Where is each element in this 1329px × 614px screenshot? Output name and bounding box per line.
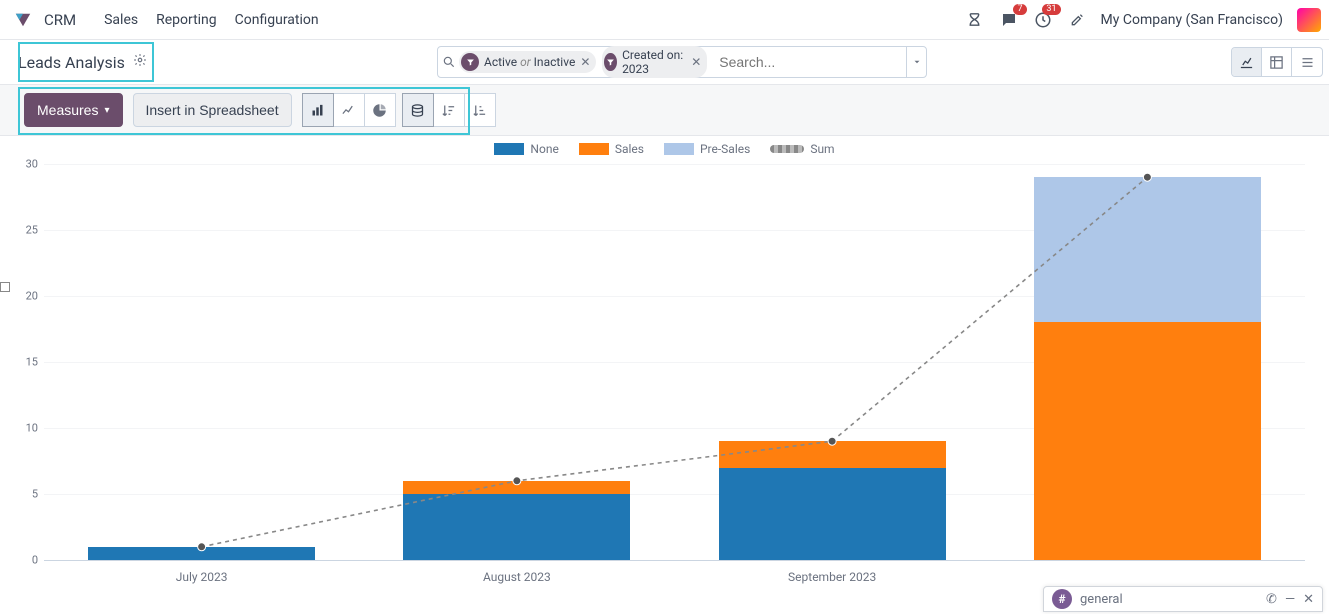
legend-sales[interactable]: Sales xyxy=(579,142,644,156)
stacked-button[interactable] xyxy=(402,93,434,127)
menu-sales[interactable]: Sales xyxy=(104,12,138,28)
chevron-down-icon: ▾ xyxy=(104,105,109,116)
search-input[interactable] xyxy=(713,54,906,70)
sort-asc-button[interactable] xyxy=(464,93,496,127)
measures-button[interactable]: Measures▾ xyxy=(24,93,123,127)
chart: None Sales Pre-Sales Sum 0 5 10 15 20 25 30 Ju… xyxy=(8,136,1321,590)
bar-segment-none[interactable] xyxy=(403,494,630,560)
view-list-button[interactable] xyxy=(1292,48,1322,76)
filter-facet-status[interactable]: Active or Inactive ✕ xyxy=(459,51,596,73)
phone-icon[interactable] xyxy=(965,10,985,30)
y-tick: 5 xyxy=(8,488,38,501)
x-label: July 2023 xyxy=(176,570,228,584)
minimize-icon[interactable]: — xyxy=(1285,592,1295,607)
hash-icon: # xyxy=(1052,589,1072,609)
bar-segment-sales[interactable] xyxy=(1034,322,1261,560)
x-label: August 2023 xyxy=(483,570,551,584)
filter-icon xyxy=(604,53,617,71)
breadcrumb: Leads Analysis xyxy=(8,47,157,78)
y-tick: 30 xyxy=(8,158,38,171)
remove-facet-icon[interactable]: ✕ xyxy=(691,55,701,69)
pie-chart-button[interactable] xyxy=(364,93,396,127)
view-pivot-button[interactable] xyxy=(1262,48,1292,76)
phone-icon[interactable]: ✆ xyxy=(1266,592,1277,607)
company-selector[interactable]: My Company (San Francisco) xyxy=(1101,12,1283,28)
gear-icon[interactable] xyxy=(133,53,147,71)
line-chart-button[interactable] xyxy=(333,93,365,127)
bar-segment-sales[interactable] xyxy=(719,441,946,467)
app-name[interactable]: CRM xyxy=(44,11,76,29)
close-icon[interactable]: ✕ xyxy=(1303,592,1314,607)
y-tick: 0 xyxy=(8,554,38,567)
y-tick: 20 xyxy=(8,290,38,303)
menu-reporting[interactable]: Reporting xyxy=(156,12,217,28)
messages-badge: 7 xyxy=(1013,4,1026,15)
bar-segment-none[interactable] xyxy=(88,547,315,560)
y-tick: 10 xyxy=(8,422,38,435)
avatar[interactable] xyxy=(1297,8,1321,32)
search-dropdown-toggle[interactable] xyxy=(906,47,926,77)
activities-icon[interactable]: 31 xyxy=(1033,10,1053,30)
remove-facet-icon[interactable]: ✕ xyxy=(580,55,590,69)
chart-toolbar: Measures▾ Insert in Spreadsheet xyxy=(0,84,1329,136)
search-bar[interactable]: Active or Inactive ✕ Created on: 2023 ✕ xyxy=(437,46,927,78)
messages-icon[interactable]: 7 xyxy=(999,10,1019,30)
bar-chart-button[interactable] xyxy=(302,93,334,127)
sort-desc-button[interactable] xyxy=(433,93,465,127)
chart-mode-toggles xyxy=(402,93,496,127)
view-graph-button[interactable] xyxy=(1232,48,1262,76)
chat-widget[interactable]: # general ✆ — ✕ xyxy=(1043,586,1323,612)
bar-segment-pre-sales[interactable] xyxy=(1034,177,1261,322)
side-marker-icon xyxy=(0,282,10,292)
control-row: Leads Analysis Active or Inactive ✕ Crea… xyxy=(0,40,1329,84)
menu-configuration[interactable]: Configuration xyxy=(235,12,319,28)
legend-sum[interactable]: Sum xyxy=(770,142,834,156)
bar-segment-sales[interactable] xyxy=(403,481,630,494)
activities-badge: 31 xyxy=(1042,4,1060,15)
insert-spreadsheet-button[interactable]: Insert in Spreadsheet xyxy=(133,93,292,127)
y-tick: 15 xyxy=(8,356,38,369)
chart-legend: None Sales Pre-Sales Sum xyxy=(8,142,1321,156)
filter-icon xyxy=(461,53,479,71)
gridline xyxy=(44,164,1305,165)
legend-none[interactable]: None xyxy=(494,142,558,156)
legend-presales[interactable]: Pre-Sales xyxy=(664,142,750,156)
search-icon xyxy=(438,55,459,69)
gridline xyxy=(44,560,1305,561)
x-label: September 2023 xyxy=(788,570,876,584)
chart-type-toggles xyxy=(302,93,396,127)
y-tick: 25 xyxy=(8,224,38,237)
bar-segment-none[interactable] xyxy=(719,468,946,560)
chat-channel-name: general xyxy=(1080,592,1258,607)
page-title: Leads Analysis xyxy=(18,53,125,72)
view-switcher xyxy=(1231,47,1323,77)
top-nav: CRM Sales Reporting Configuration 7 31 M… xyxy=(0,0,1329,40)
app-logo-icon[interactable] xyxy=(12,11,34,29)
filter-facet-created[interactable]: Created on: 2023 ✕ xyxy=(602,46,707,78)
tools-icon[interactable] xyxy=(1067,10,1087,30)
